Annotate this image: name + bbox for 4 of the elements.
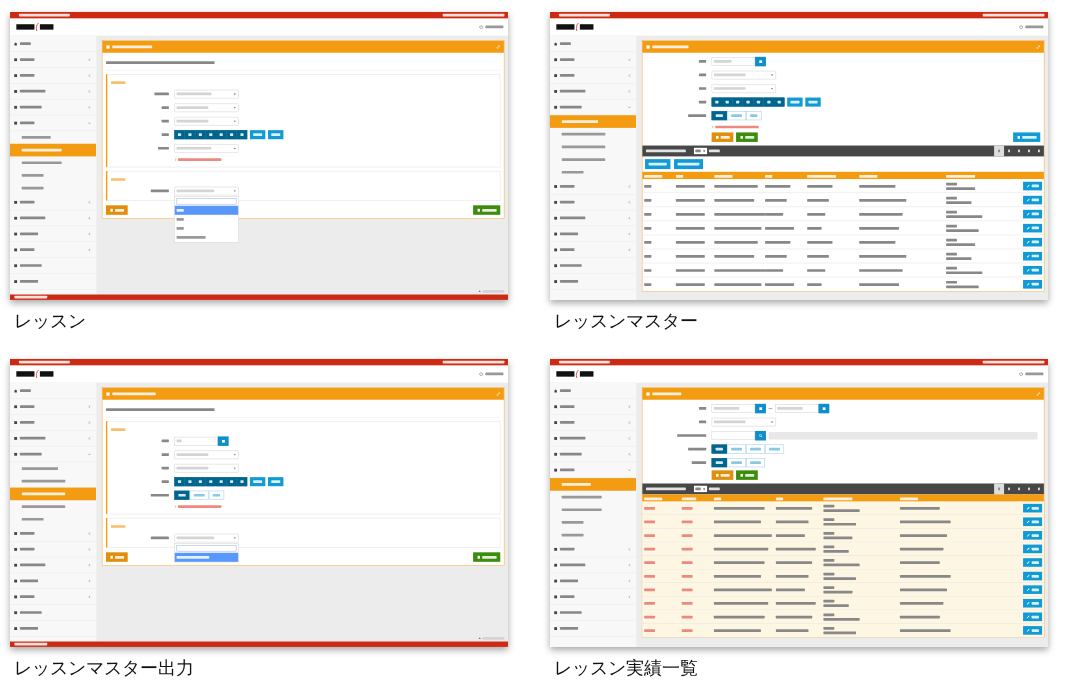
- caption: レッスン: [13, 310, 87, 332]
- caption: レッスン実績一覧: [553, 657, 699, 679]
- caption: レッスンマスター: [553, 310, 699, 332]
- caption: レッスンマスター出力: [13, 657, 195, 679]
